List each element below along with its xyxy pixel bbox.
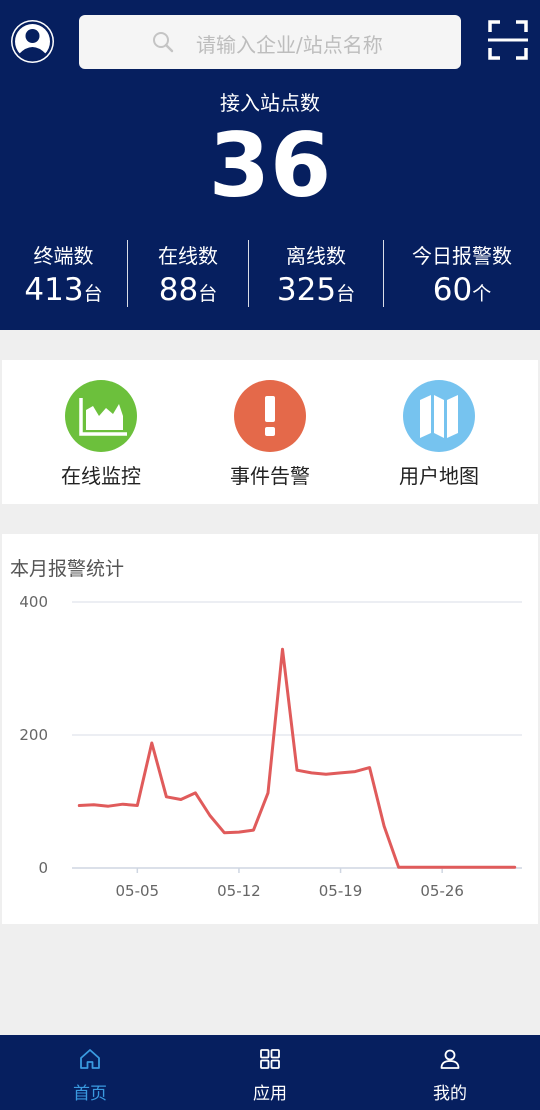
nav-label: 我的 bbox=[433, 1084, 467, 1104]
stat-label: 离线数 bbox=[286, 244, 346, 268]
alarm-chart-card: 本月报警统计 0 200 400 05-05 05-12 05-19 05-26 bbox=[2, 534, 538, 924]
stat-online[interactable]: 在线数 88台 bbox=[128, 240, 248, 308]
area-chart-icon bbox=[65, 380, 137, 452]
scan-icon[interactable] bbox=[488, 20, 528, 60]
search-placeholder: 请输入企业/站点名称 bbox=[196, 33, 383, 57]
x-tick-label: 05-05 bbox=[116, 882, 160, 900]
nav-apps[interactable]: 应用 bbox=[180, 1035, 360, 1110]
stat-unit: 台 bbox=[83, 283, 103, 305]
stats-row: 终端数 413台 在线数 88台 离线数 325台 今日报警数 60个 bbox=[0, 240, 540, 308]
exclamation-icon bbox=[234, 380, 306, 452]
x-tick-label: 05-19 bbox=[319, 882, 363, 900]
series-line bbox=[77, 647, 517, 869]
map-icon bbox=[403, 380, 475, 452]
nav-mine[interactable]: 我的 bbox=[360, 1035, 540, 1110]
alarm-line-chart[interactable]: 0 200 400 05-05 05-12 05-19 05-26 bbox=[2, 534, 538, 924]
quick-label: 用户地图 bbox=[399, 464, 479, 488]
nav-label: 首页 bbox=[73, 1084, 107, 1104]
x-tick-label: 05-12 bbox=[217, 882, 261, 900]
quick-online-monitor[interactable]: 在线监控 bbox=[26, 380, 176, 489]
stat-value: 325 bbox=[276, 272, 337, 308]
stat-terminals[interactable]: 终端数 413台 bbox=[0, 240, 127, 308]
stat-divider bbox=[248, 240, 249, 307]
quick-user-map[interactable]: 用户地图 bbox=[364, 380, 514, 489]
stat-offline[interactable]: 离线数 325台 bbox=[249, 240, 383, 308]
station-count-value: 36 bbox=[208, 114, 332, 217]
bottom-nav: 首页 应用 我的 bbox=[0, 1035, 540, 1110]
y-tick-label: 200 bbox=[19, 726, 48, 744]
stat-today-alarms[interactable]: 今日报警数 60个 bbox=[384, 240, 540, 308]
stat-value: 413 bbox=[24, 272, 84, 308]
nav-label: 应用 bbox=[253, 1084, 287, 1104]
stat-divider bbox=[383, 240, 384, 307]
stat-label: 今日报警数 bbox=[412, 244, 512, 268]
stat-divider bbox=[127, 240, 128, 307]
quick-actions: 在线监控 事件告警 用户地图 bbox=[2, 360, 538, 504]
avatar-icon[interactable] bbox=[11, 20, 54, 63]
stat-unit: 台 bbox=[336, 283, 356, 305]
apps-grid-icon bbox=[260, 1049, 280, 1069]
stat-value: 60 bbox=[432, 272, 473, 308]
x-tick-label: 05-26 bbox=[420, 882, 464, 900]
quick-label: 事件告警 bbox=[230, 464, 310, 488]
stat-value: 88 bbox=[158, 272, 199, 308]
nav-home[interactable]: 首页 bbox=[0, 1035, 180, 1110]
stat-label: 终端数 bbox=[33, 244, 94, 268]
quick-label: 在线监控 bbox=[61, 464, 141, 488]
y-tick-label: 400 bbox=[19, 593, 48, 611]
stat-unit: 个 bbox=[472, 283, 492, 305]
user-icon bbox=[440, 1049, 460, 1069]
y-tick-label: 0 bbox=[38, 859, 48, 877]
search-icon bbox=[153, 32, 174, 53]
stat-label: 在线数 bbox=[158, 244, 218, 268]
home-icon bbox=[80, 1049, 100, 1069]
stat-unit: 台 bbox=[198, 283, 218, 305]
station-count-label: 接入站点数 bbox=[220, 91, 320, 115]
quick-event-alarm[interactable]: 事件告警 bbox=[195, 380, 345, 489]
search-input[interactable]: 请输入企业/站点名称 bbox=[79, 15, 461, 69]
